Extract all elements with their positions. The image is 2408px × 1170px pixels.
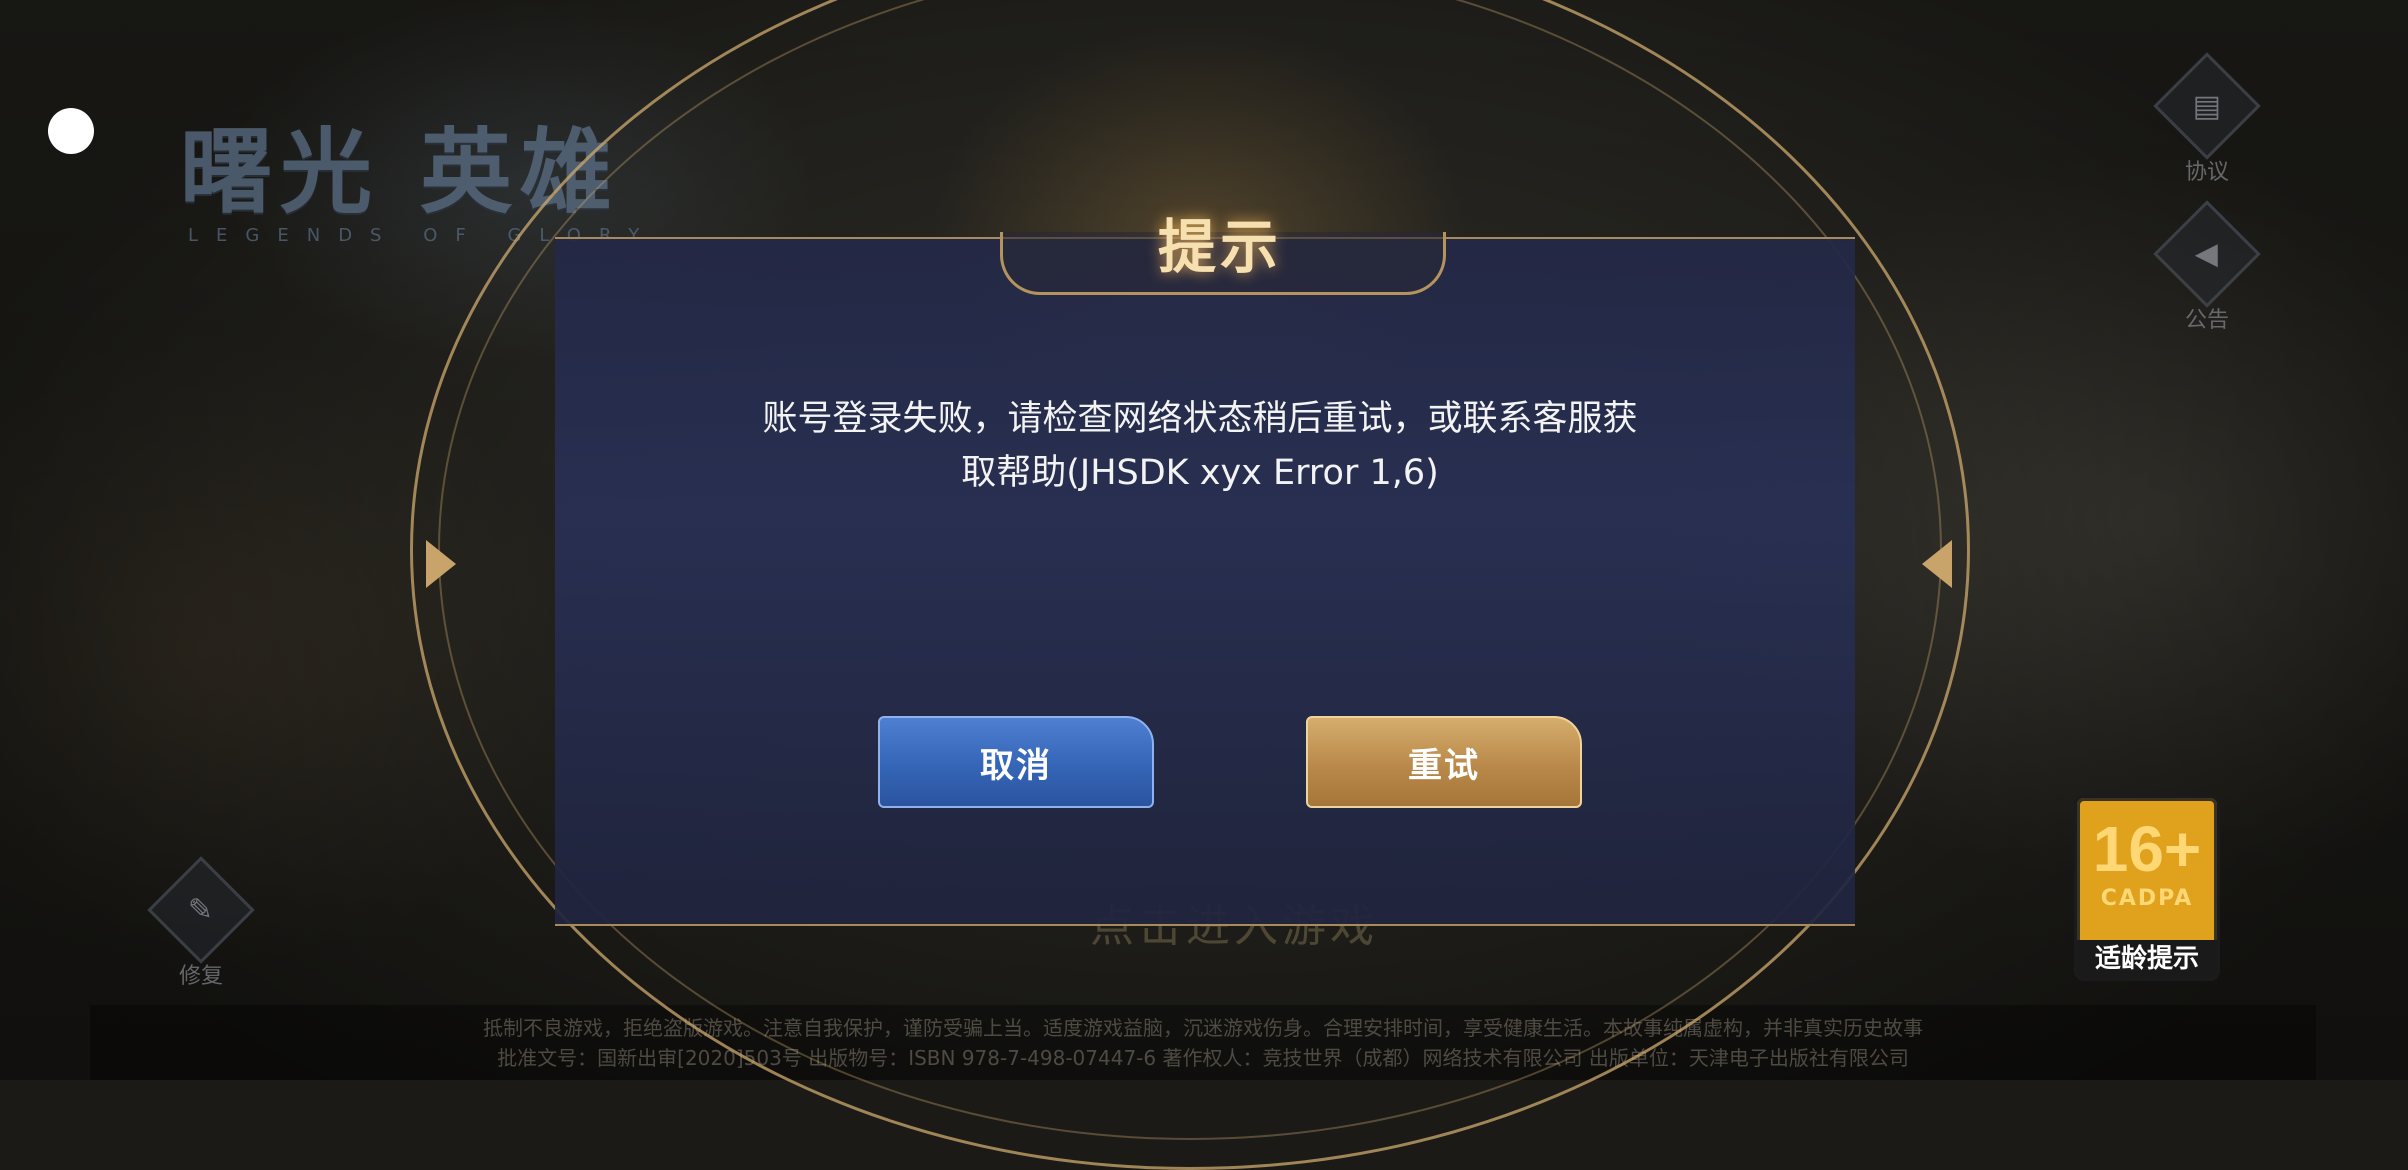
- document-check-icon: ▤: [2153, 52, 2261, 160]
- floating-assist-button[interactable]: [48, 108, 94, 154]
- age-rating-tip: 适龄提示: [2077, 940, 2217, 978]
- age-rating-badge[interactable]: 16+ CADPA 适龄提示: [2074, 795, 2220, 981]
- error-dialog: [555, 237, 1855, 926]
- dialog-message: 账号登录失败，请检查网络状态稍后重试，或联系客服获 取帮助(JHSDK xyx …: [700, 392, 1700, 500]
- right-arrow-ornament: [1922, 540, 1952, 588]
- announcement-button[interactable]: ◀ 公告: [2152, 200, 2262, 334]
- dialog-title: 提示: [1157, 213, 1282, 281]
- agreement-button[interactable]: ▤ 协议: [2152, 52, 2262, 186]
- megaphone-icon: ◀: [2153, 200, 2261, 308]
- dialog-message-line-2: 取帮助(JHSDK xyx Error 1,6): [961, 453, 1439, 493]
- dialog-message-line-1: 账号登录失败，请检查网络状态稍后重试，或联系客服获: [762, 399, 1638, 439]
- age-rating-org: CADPA: [2100, 886, 2194, 911]
- age-rating-number: 16+: [2092, 813, 2202, 885]
- cancel-button[interactable]: 取消: [878, 716, 1154, 808]
- repair-button[interactable]: ✎ 修复: [146, 856, 256, 990]
- retry-button[interactable]: 重试: [1306, 716, 1582, 808]
- wrench-icon: ✎: [147, 856, 255, 964]
- left-arrow-ornament: [426, 540, 456, 588]
